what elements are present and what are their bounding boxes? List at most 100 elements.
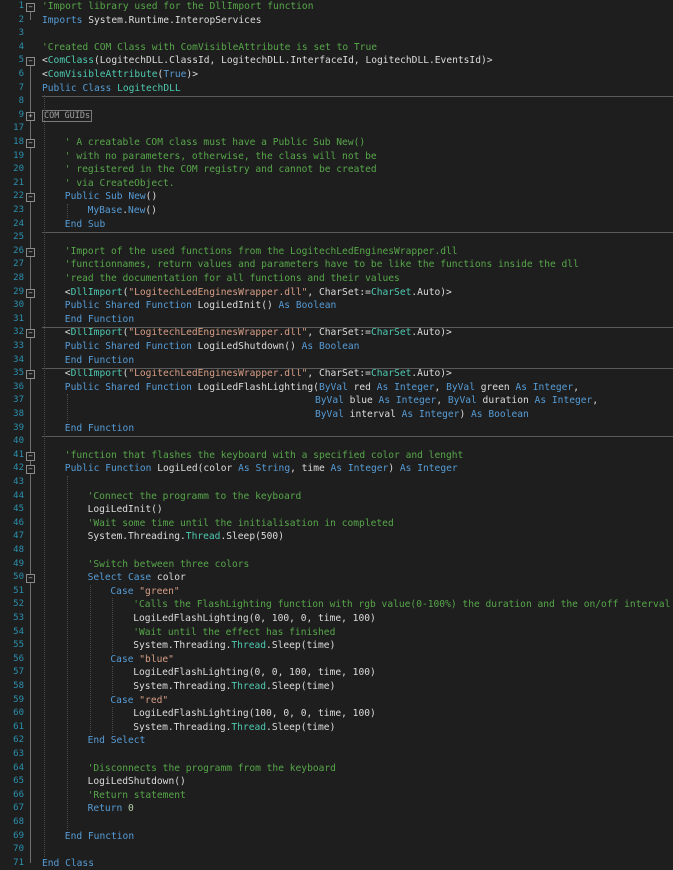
code-line[interactable]: ByVal blue As Integer, ByVal duration As… [315, 394, 598, 408]
code-line[interactable]: LogiLedFlashLighting(0, 100, 0, time, 10… [133, 612, 376, 626]
code-line[interactable]: End Function [65, 422, 134, 436]
code-line[interactable]: Imports System.Runtime.InteropServices [42, 14, 262, 28]
code-line[interactable]: 'functionnames, return values and parame… [65, 258, 579, 272]
code-line[interactable]: Public Class LogitechDLL [42, 82, 181, 96]
code-line[interactable]: <ComVisibleAttribute(True)> [42, 68, 198, 82]
code-line[interactable]: Public Function LogiLed(color As String,… [65, 462, 458, 476]
code-line[interactable]: 'Calls the FlashLighting function with r… [133, 598, 670, 612]
line-number: 33 [13, 341, 24, 351]
code-token: Thread [231, 721, 267, 733]
code-line[interactable]: COM GUIDs [42, 109, 93, 123]
code-token: ByVal [447, 395, 477, 407]
code-line[interactable]: System.Threading.Thread.Sleep(time) [133, 721, 335, 735]
code-line[interactable]: Return 0 [88, 802, 134, 816]
line-number: 29 [13, 286, 24, 297]
code-line[interactable]: 'function that flashes the keyboard with… [65, 449, 464, 463]
code-line[interactable]: Public Shared Function LogiLedInit() As … [65, 299, 337, 313]
code-line[interactable]: 'Import of the used functions from the L… [65, 245, 458, 259]
collapse-icon[interactable]: − [26, 193, 35, 203]
line-number: 68 [13, 817, 24, 827]
collapse-icon[interactable]: − [26, 465, 35, 475]
code-line[interactable]: 'Import library used for the DllImport f… [42, 0, 313, 14]
code-line[interactable]: End Function [65, 830, 134, 844]
code-line[interactable]: Select Case color [88, 571, 186, 585]
collapse-icon[interactable]: − [26, 451, 35, 461]
code-line[interactable]: <DllImport("LogitechLedEnginesWrapper.dl… [65, 367, 452, 381]
code-line[interactable]: MyBase.New() [88, 204, 157, 218]
code-line[interactable]: <DllImport("LogitechLedEnginesWrapper.dl… [65, 286, 452, 300]
code-line[interactable]: LogiLedShutdown() [88, 775, 186, 789]
code-token: Public [64, 341, 100, 352]
collapse-icon[interactable]: − [26, 247, 35, 257]
code-line[interactable]: LogiLedFlashLighting(100, 0, 0, time, 10… [133, 707, 376, 721]
expand-icon[interactable]: + [26, 111, 35, 121]
line-number: 42 [13, 463, 24, 474]
code-line[interactable]: ' A creatable COM class must have a Publ… [65, 136, 365, 150]
code-line[interactable]: ' with no parameters, otherwise, the cla… [65, 150, 377, 164]
collapsed-region[interactable]: COM GUIDs [42, 109, 93, 122]
line-number: 70 [13, 844, 24, 855]
collapse-icon[interactable]: − [26, 139, 35, 148]
code-line[interactable]: 'Wait until the effect has finished [133, 626, 335, 640]
collapse-icon[interactable]: − [26, 3, 35, 12]
code-line[interactable]: 'read the documentation for all function… [65, 272, 400, 286]
line-number: 57 [13, 667, 24, 678]
code-line[interactable]: Case "red" [110, 694, 168, 708]
code-line[interactable]: End Class [42, 857, 94, 870]
code-line[interactable]: 'Created COM Class with ComVisibleAttrib… [42, 41, 377, 55]
line-number: 27 [13, 259, 24, 270]
code-line[interactable]: LogiLedFlashLighting(0, 0, 100, time, 10… [133, 666, 376, 680]
code-token: System.Threading. [133, 681, 232, 692]
code-token: LogiLedInit() [87, 504, 163, 516]
collapse-icon[interactable]: − [26, 370, 35, 380]
code-line[interactable]: ' via CreateObject. [65, 177, 175, 191]
code-line[interactable]: <DllImport("LogitechLedEnginesWrapper.dl… [65, 326, 452, 340]
code-line[interactable]: Public Shared Function LogiLedFlashLight… [65, 381, 579, 395]
code-editor[interactable]: 1 2 3 4 5 6 7 8 9 17 18 19 20 21 22 23 24 25 26 27 28 29 30 31 3… [0, 0, 673, 869]
indent-guide [112, 598, 114, 653]
code-line[interactable]: <ComClass(LogitechDLL.ClassId, LogitechD… [42, 54, 493, 68]
code-line[interactable]: End Function [65, 313, 134, 327]
line-number: 55 [13, 640, 24, 651]
code-token: "red" [139, 694, 169, 706]
code-line[interactable]: System.Threading.Thread.Sleep(500) [88, 530, 284, 544]
code-token: End [64, 313, 83, 325]
code-token: blue [343, 395, 379, 407]
code-line[interactable]: LogiLedInit() [88, 503, 163, 517]
collapse-icon[interactable]: − [26, 288, 35, 298]
code-line[interactable]: 'Connect the programm to the keyboard [88, 490, 302, 504]
procedure-separator [42, 231, 673, 233]
code-line[interactable]: End Select [88, 734, 146, 748]
code-line[interactable]: 'Return statement [88, 789, 186, 803]
code-line[interactable]: Case "blue" [110, 653, 174, 667]
code-line[interactable]: 'Switch between three colors [88, 558, 250, 572]
line-number: 34 [13, 354, 24, 365]
line-number: 58 [13, 681, 24, 691]
code-line[interactable]: ByVal interval As Integer) As Boolean [315, 408, 529, 422]
code-line[interactable]: ' registered in the COM registry and can… [65, 163, 377, 177]
code-token: )> [186, 69, 198, 80]
code-token: Case [110, 694, 134, 706]
code-line[interactable]: Public Sub New() [65, 190, 157, 204]
code-token: .Auto)> [411, 286, 452, 298]
code-line[interactable]: System.Threading.Thread.Sleep(time) [133, 680, 335, 694]
collapse-icon[interactable]: − [26, 57, 35, 67]
code-line[interactable]: End Sub [65, 218, 105, 232]
code-area[interactable]: 'Import library used for the DllImport f… [42, 0, 673, 869]
code-token: Boolean [318, 341, 360, 352]
collapse-icon[interactable]: − [26, 574, 35, 584]
code-token: 'read the documentation for all function… [64, 273, 400, 284]
code-line[interactable]: End Function [65, 354, 134, 368]
indent-guide [66, 476, 68, 830]
code-line[interactable]: Case "green" [110, 585, 179, 599]
code-token: Shared [105, 341, 140, 352]
line-number: 43 [13, 477, 24, 487]
code-line[interactable]: 'Disconnects the programm from the keybo… [88, 762, 336, 776]
code-token: Public [64, 381, 100, 393]
code-line[interactable]: Public Shared Function LogiLedShutdown()… [65, 340, 360, 354]
code-line[interactable]: System.Threading.Thread.Sleep(time) [133, 639, 335, 653]
code-token: System.Threading. [133, 640, 232, 652]
code-line[interactable]: 'Wait some time until the initialisation… [88, 517, 394, 531]
line-number: 32 [13, 327, 24, 338]
collapse-icon[interactable]: − [26, 329, 35, 339]
